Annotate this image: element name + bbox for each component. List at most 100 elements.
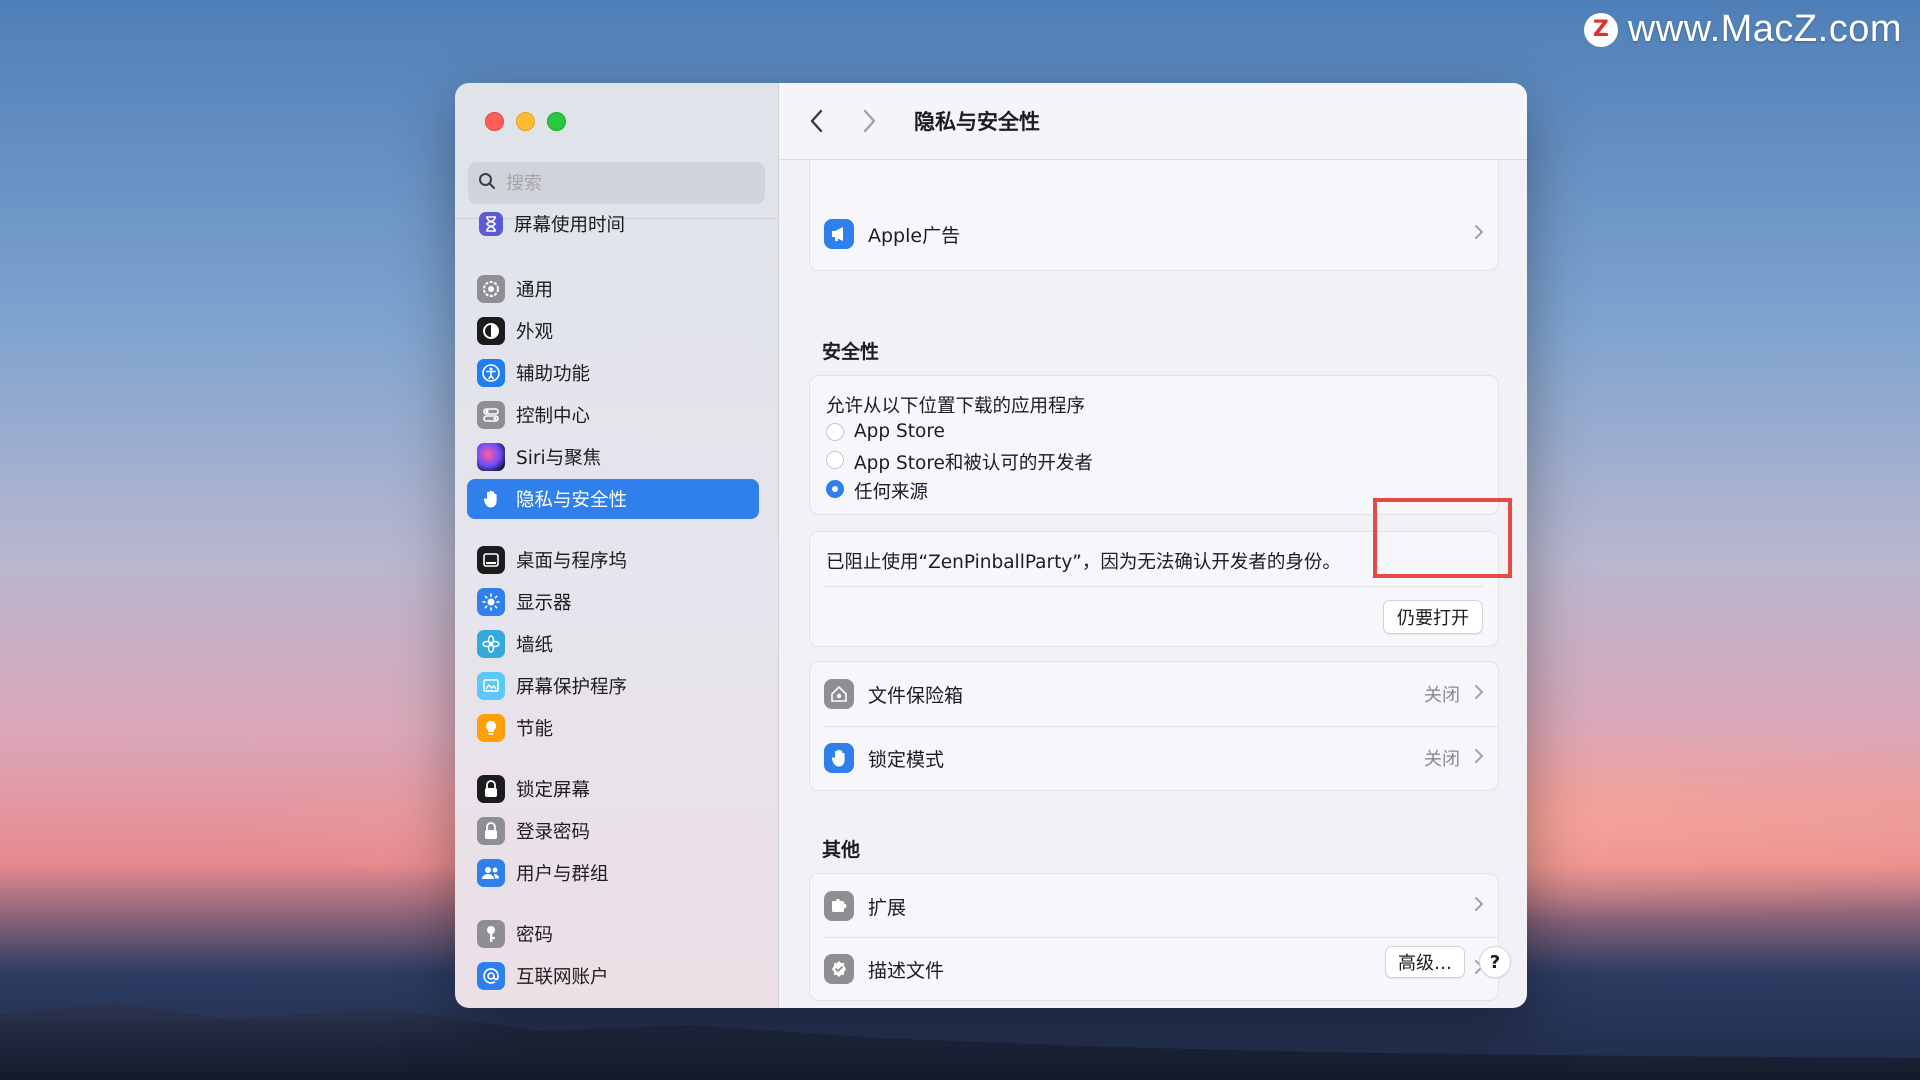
page-title: 隐私与安全性 <box>914 110 1040 134</box>
filevault-row[interactable]: 文件保险箱 关闭 <box>810 668 1498 720</box>
back-button[interactable] <box>807 107 827 139</box>
lock-icon <box>477 775 505 803</box>
sidebar-item-siri[interactable]: Siri与聚焦 <box>467 437 759 477</box>
security-section-title: 安全性 <box>822 341 880 363</box>
option-app-store-label: App Store <box>854 421 945 442</box>
settings-window: 屏幕使用时间 通用 外观 辅助功能 控制中心 Siri与聚焦 <box>455 83 1527 1008</box>
sidebar-item-label: 登录密码 <box>516 822 591 843</box>
house-icon <box>824 679 854 709</box>
sidebar-item-label: 屏幕保护程序 <box>516 677 628 698</box>
open-anyway-button[interactable]: 仍要打开 <box>1383 600 1483 634</box>
sidebar-item-energy[interactable]: 节能 <box>467 708 759 748</box>
sidebar: 屏幕使用时间 通用 外观 辅助功能 控制中心 Siri与聚焦 <box>455 83 779 1008</box>
dock-icon <box>477 546 505 574</box>
flower-icon <box>477 630 505 658</box>
sidebar-item-label: 控制中心 <box>516 406 591 427</box>
sidebar-item-screensaver[interactable]: 屏幕保护程序 <box>467 666 759 706</box>
other-card: 扩展 描述文件 <box>809 873 1499 1001</box>
chevron-right-icon <box>1474 896 1484 916</box>
lockdown-mode-row[interactable]: 锁定模式 关闭 <box>810 732 1498 784</box>
blocked-app-message: 已阻止使用“ZenPinballParty”，因为无法确认开发者的身份。 <box>826 552 1341 573</box>
help-button[interactable]: ? <box>1479 946 1511 978</box>
watermark-text: www.MacZ.com <box>1627 8 1902 50</box>
option-anywhere-label: 任何来源 <box>854 482 929 503</box>
forward-button[interactable] <box>859 107 879 139</box>
sidebar-item-label: 屏幕使用时间 <box>514 215 626 236</box>
sidebar-item-label: 桌面与程序坞 <box>516 551 628 572</box>
sidebar-item-label: 墙纸 <box>516 635 554 656</box>
allow-apps-card: 允许从以下位置下载的应用程序 App Store App Store和被认可的开… <box>809 375 1499 515</box>
extensions-row[interactable]: 扩展 <box>810 880 1498 932</box>
sidebar-item-login-password[interactable]: 登录密码 <box>467 811 759 851</box>
sidebar-item-label: 锁定屏幕 <box>516 780 591 801</box>
sidebar-item-label: 密码 <box>516 925 554 946</box>
filevault-status: 关闭 <box>1424 685 1460 706</box>
minimize-button[interactable] <box>516 112 535 131</box>
card-divider <box>824 586 1484 587</box>
sidebar-item-screen-time[interactable]: 屏幕使用时间 <box>467 209 759 239</box>
radio-anywhere[interactable] <box>826 480 844 498</box>
sidebar-item-label: 通用 <box>516 280 554 301</box>
sidebar-item-internet-accounts[interactable]: 互联网账户 <box>467 956 759 996</box>
search-icon <box>478 172 496 194</box>
sidebar-item-label: 辅助功能 <box>516 364 591 385</box>
zoom-button[interactable] <box>547 112 566 131</box>
sidebar-item-label: 用户与群组 <box>516 864 609 885</box>
extension-icon <box>824 891 854 921</box>
lightbulb-icon <box>477 714 505 742</box>
watermark: Z www.MacZ.com <box>1583 8 1902 51</box>
sidebar-item-label: 外观 <box>516 322 554 343</box>
lockdown-mode-status: 关闭 <box>1424 749 1460 770</box>
chevron-right-icon <box>1474 684 1484 704</box>
sun-icon <box>477 588 505 616</box>
sidebar-item-lock-screen[interactable]: 锁定屏幕 <box>467 769 759 809</box>
sidebar-item-accessibility[interactable]: 辅助功能 <box>467 353 759 393</box>
hand-icon <box>477 485 505 513</box>
other-section-title: 其他 <box>822 839 861 861</box>
sidebar-item-wallpaper[interactable]: 墙纸 <box>467 624 759 664</box>
apple-ads-label: Apple广告 <box>868 224 961 247</box>
lock-icon <box>477 817 505 845</box>
screensaver-icon <box>477 672 505 700</box>
checkmark-badge-icon <box>824 954 854 984</box>
lockdown-mode-label: 锁定模式 <box>868 748 945 771</box>
chevron-right-icon <box>1474 224 1484 244</box>
hourglass-icon <box>479 212 503 236</box>
sidebar-item-general[interactable]: 通用 <box>467 269 759 309</box>
window-controls <box>485 112 566 131</box>
control-center-icon <box>477 401 505 429</box>
key-icon <box>477 920 505 948</box>
sidebar-item-users-groups[interactable]: 用户与群组 <box>467 853 759 893</box>
sidebar-item-label: Siri与聚焦 <box>516 448 602 469</box>
advanced-button[interactable]: 高级… <box>1385 946 1465 978</box>
users-icon <box>477 859 505 887</box>
sidebar-item-label: 互联网账户 <box>516 967 609 988</box>
highlight-box <box>1373 498 1512 578</box>
option-app-store-developers-label: App Store和被认可的开发者 <box>854 453 1093 474</box>
close-button[interactable] <box>485 112 504 131</box>
sidebar-item-label: 显示器 <box>516 593 572 614</box>
radio-app-store[interactable] <box>826 423 844 441</box>
radio-app-store-developers[interactable] <box>826 451 844 469</box>
sidebar-item-passwords[interactable]: 密码 <box>467 914 759 954</box>
apple-ads-row[interactable]: Apple广告 <box>810 214 1498 254</box>
profiles-label: 描述文件 <box>868 959 945 982</box>
row-divider <box>824 937 1498 938</box>
search-input[interactable] <box>504 171 748 195</box>
siri-icon <box>477 443 505 471</box>
sidebar-item-displays[interactable]: 显示器 <box>467 582 759 622</box>
toolbar: 隐私与安全性 <box>779 83 1527 160</box>
accessibility-icon <box>477 359 505 387</box>
sidebar-item-control-center[interactable]: 控制中心 <box>467 395 759 435</box>
watermark-logo: Z <box>1583 12 1618 47</box>
filevault-label: 文件保险箱 <box>868 684 964 707</box>
sidebar-item-appearance[interactable]: 外观 <box>467 311 759 351</box>
hand-icon <box>824 743 854 773</box>
chevron-right-icon <box>1474 748 1484 768</box>
filevault-lockdown-card: 文件保险箱 关闭 锁定模式 关闭 <box>809 661 1499 791</box>
sidebar-item-desktop-dock[interactable]: 桌面与程序坞 <box>467 540 759 580</box>
search-field[interactable] <box>468 162 765 204</box>
at-icon <box>477 962 505 990</box>
gear-icon <box>477 275 505 303</box>
sidebar-item-privacy-security[interactable]: 隐私与安全性 <box>467 479 759 519</box>
